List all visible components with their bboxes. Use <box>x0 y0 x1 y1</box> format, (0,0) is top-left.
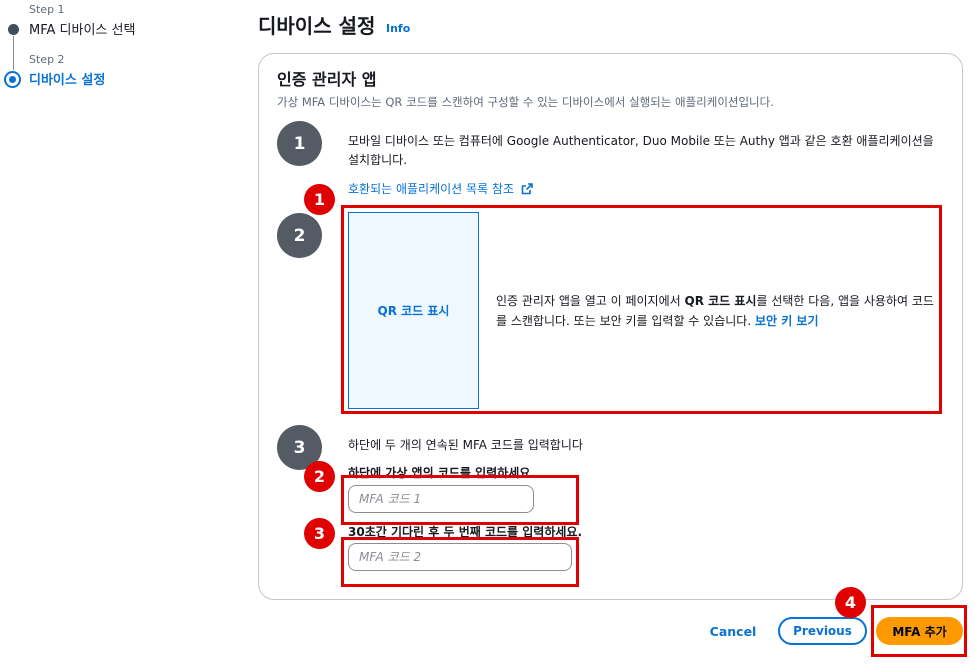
step-number-1: 1 <box>277 121 322 166</box>
panel-description: 가상 MFA 디바이스는 QR 코드를 스캔하여 구성할 수 있는 디바이스에서… <box>277 95 774 109</box>
page-title: 디바이스 설정 <box>258 14 376 38</box>
external-link-icon <box>521 183 533 195</box>
wizard-stepper: Step 1 MFA 디바이스 선택 Step 2 디바이스 설정 <box>0 0 240 100</box>
install-app-instruction: 모바일 디바이스 또는 컴퓨터에 Google Authenticator, D… <box>348 134 934 167</box>
step-2-label: Step 2 <box>29 53 65 66</box>
mfa-code-2-label: 30초간 기다린 후 두 번째 코드를 입력하세요. <box>348 525 583 539</box>
scan-qr-text-before: 인증 관리자 앱을 열고 이 페이지에서 <box>496 294 685 308</box>
step-1-label: Step 1 <box>29 3 65 16</box>
mfa-code-1-input[interactable] <box>348 485 534 513</box>
annotation-badge-1: 1 <box>304 184 335 215</box>
annotation-badge-4: 4 <box>835 587 866 618</box>
annotation-badge-2: 2 <box>304 461 335 492</box>
add-mfa-button[interactable]: MFA 추가 <box>876 617 963 645</box>
mfa-code-2-input[interactable] <box>348 543 572 571</box>
show-qr-code-label: QR 코드 표시 <box>377 304 450 318</box>
scan-qr-instruction: 인증 관리자 앱을 열고 이 페이지에서 QR 코드 표시를 선택한 다음, 앱… <box>496 291 941 331</box>
mfa-code-1-label: 하단에 가상 앱의 코드를 입력하세요 <box>348 466 531 480</box>
enter-codes-instruction: 하단에 두 개의 연속된 MFA 코드를 입력합니다 <box>348 438 583 452</box>
compatible-apps-link[interactable]: 호환되는 애플리케이션 목록 참조 <box>348 180 533 197</box>
step-2-title: 디바이스 설정 <box>29 73 106 88</box>
annotation-badge-3: 3 <box>304 518 335 549</box>
step-2-current-icon <box>4 71 21 88</box>
previous-button[interactable]: Previous <box>778 617 867 645</box>
cancel-button[interactable]: Cancel <box>703 618 763 644</box>
step-1-dot-icon <box>8 24 19 35</box>
panel-title: 인증 관리자 앱 <box>277 70 377 89</box>
info-link[interactable]: Info <box>386 22 410 35</box>
compatible-apps-link-text: 호환되는 애플리케이션 목록 참조 <box>348 182 515 196</box>
step-1-title[interactable]: MFA 디바이스 선택 <box>29 19 135 38</box>
step-number-2: 2 <box>277 213 322 258</box>
show-qr-code-button[interactable]: QR 코드 표시 <box>348 212 479 409</box>
show-secret-key-link[interactable]: 보안 키 보기 <box>755 314 819 328</box>
scan-qr-text-bold: QR 코드 표시 <box>684 294 757 308</box>
step-connector-line <box>13 36 14 70</box>
